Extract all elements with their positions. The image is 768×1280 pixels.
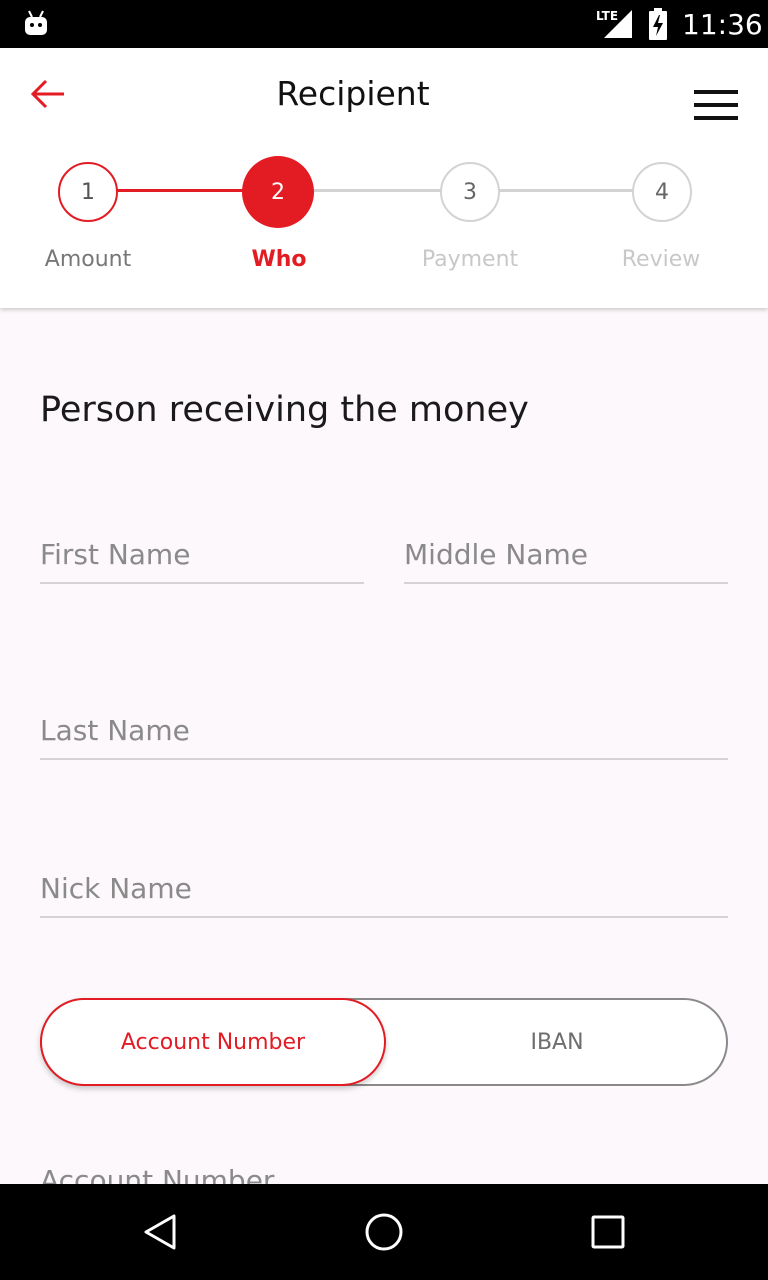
step-4-number: 4	[655, 179, 669, 205]
signal-icon	[604, 10, 632, 38]
step-connector-1-2	[116, 189, 244, 192]
section-title: Person receiving the money	[40, 390, 529, 430]
hamburger-menu-icon[interactable]	[694, 90, 738, 122]
recents-square-icon[interactable]	[586, 1210, 630, 1254]
step-1-circle[interactable]: 1	[58, 162, 118, 222]
first-name-field	[40, 534, 364, 584]
account-number-option[interactable]: Account Number	[40, 998, 386, 1086]
home-circle-icon[interactable]	[362, 1210, 406, 1254]
last-name-input[interactable]	[40, 710, 728, 750]
middle-name-field	[404, 534, 728, 584]
step-2-circle[interactable]: 2	[242, 156, 314, 228]
back-triangle-icon[interactable]	[138, 1210, 182, 1254]
step-4-circle[interactable]: 4	[632, 162, 692, 222]
step-1-number: 1	[81, 179, 95, 205]
middle-name-input[interactable]	[404, 534, 728, 574]
app-header: Recipient 1 2 3 4 Amount Who Payment Rev…	[0, 48, 768, 308]
page-title: Recipient	[276, 74, 430, 113]
step-connector-2-3	[312, 189, 442, 192]
recipient-form: Person receiving the money IBAN Account …	[0, 308, 768, 1184]
system-nav-bar	[0, 1184, 768, 1280]
android-icon	[25, 10, 47, 35]
last-name-field	[40, 710, 728, 760]
step-2-number: 2	[271, 179, 285, 205]
step-3-number: 3	[463, 179, 477, 205]
step-3-label: Payment	[421, 247, 519, 272]
status-bar: LTE 11:36	[0, 0, 768, 48]
step-3-circle[interactable]: 3	[440, 162, 500, 222]
step-1-label: Amount	[44, 247, 132, 272]
step-connector-3-4	[498, 189, 634, 192]
battery-charging-icon	[649, 8, 667, 40]
step-4-label: Review	[621, 247, 701, 272]
nick-name-field	[40, 868, 728, 918]
step-2-label: Who	[251, 247, 307, 272]
iban-option[interactable]: IBAN	[386, 1000, 728, 1084]
account-type-toggle: IBAN Account Number	[40, 998, 728, 1086]
nick-name-input[interactable]	[40, 868, 728, 908]
first-name-input[interactable]	[40, 534, 364, 574]
account-number-field-label[interactable]: Account Number	[40, 1164, 274, 1184]
clock: 11:36	[682, 8, 763, 41]
